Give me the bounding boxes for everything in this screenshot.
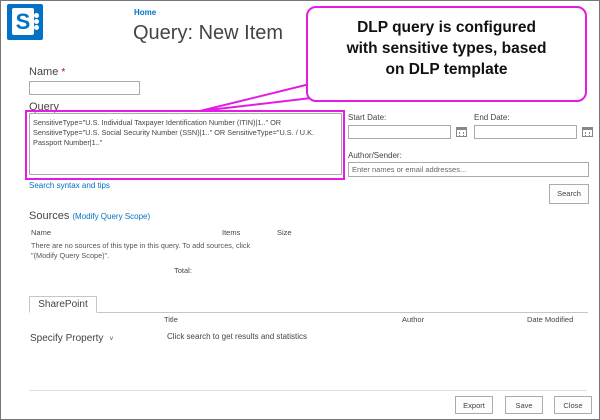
- start-date-input[interactable]: [348, 125, 451, 139]
- sharepoint-logo-icon[interactable]: S: [7, 4, 43, 40]
- no-sources-note: There are no sources of this type in thi…: [31, 241, 251, 260]
- name-input[interactable]: [29, 81, 140, 95]
- query-highlight-box: [25, 110, 345, 180]
- callout-annotation: DLP query is configured with sensitive t…: [306, 6, 587, 102]
- column-header-title: Title: [164, 315, 178, 324]
- name-label: Name *: [29, 66, 66, 78]
- start-date-label: Start Date:: [348, 113, 387, 122]
- author-sender-input[interactable]: Enter names or email addresses...: [348, 162, 589, 177]
- column-header-author: Author: [402, 315, 425, 324]
- calendar-icon[interactable]: [456, 127, 467, 137]
- search-syntax-link[interactable]: Search syntax and tips: [29, 181, 110, 190]
- calendar-icon[interactable]: [582, 127, 593, 137]
- callout-line: DLP query is configured: [357, 19, 536, 36]
- save-button[interactable]: Save: [505, 396, 543, 414]
- results-placeholder-message: Click search to get results and statisti…: [167, 332, 308, 341]
- tab-sharepoint[interactable]: SharePoint: [29, 296, 97, 313]
- close-button[interactable]: Close: [554, 396, 592, 414]
- end-date-label: End Date:: [474, 113, 510, 122]
- callout-line: with sensitive types, based: [346, 40, 547, 57]
- column-header-date-modified: Date Modified: [527, 315, 574, 324]
- tab-divider: [29, 312, 588, 313]
- page-title: Query: New Item: [133, 22, 284, 44]
- total-label: Total:: [174, 266, 192, 275]
- required-marker: *: [61, 67, 66, 78]
- search-button[interactable]: Search: [549, 184, 589, 204]
- specify-property-dropdown[interactable]: Specify Property ˅: [30, 333, 113, 344]
- sources-section-title: Sources (Modify Query Scope): [29, 210, 151, 222]
- breadcrumb-home-link[interactable]: Home: [134, 8, 156, 17]
- column-header-items: Items: [222, 228, 241, 237]
- author-placeholder: Enter names or email addresses...: [352, 165, 467, 174]
- author-sender-label: Author/Sender:: [348, 151, 402, 160]
- export-button[interactable]: Export: [455, 396, 493, 414]
- chevron-down-icon: ˅: [109, 336, 114, 343]
- end-date-input[interactable]: [474, 125, 577, 139]
- modify-query-scope-link[interactable]: (Modify Query Scope): [72, 212, 150, 221]
- callout-line: on DLP template: [385, 61, 508, 78]
- column-header-name: Name: [31, 228, 52, 237]
- column-header-size: Size: [277, 228, 292, 237]
- footer-divider: [29, 390, 587, 391]
